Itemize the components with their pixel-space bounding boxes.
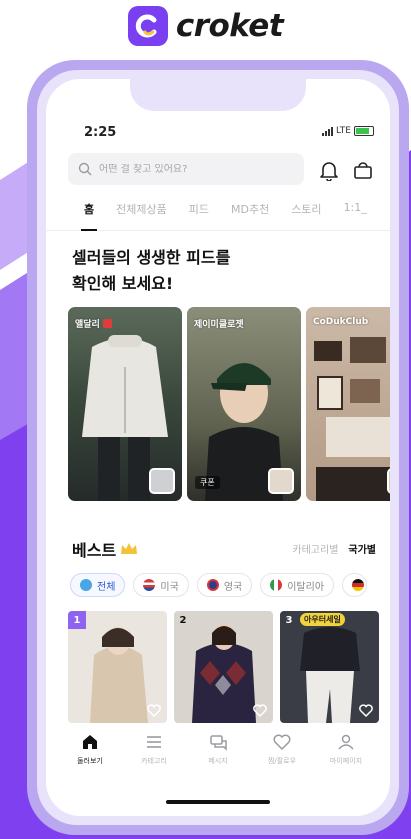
status-bar: 2:25 LTE — [46, 123, 390, 145]
feed-card[interactable]: 앨달리 — [68, 307, 182, 501]
home-icon — [83, 735, 97, 749]
best-title-text: 베스트 — [72, 541, 117, 560]
best-filter-links: 카테고리별 국가별 — [292, 541, 376, 556]
feed-card-product-thumbnail[interactable] — [149, 468, 175, 494]
country-chip-uk[interactable]: 영국 — [196, 573, 253, 597]
brand-mark-icon — [127, 6, 168, 46]
home-indicator[interactable] — [166, 800, 270, 804]
verified-badge-icon — [102, 319, 112, 328]
country-chip-label: 영국 — [223, 581, 243, 593]
country-chip-label: 전체 — [97, 581, 116, 593]
nav-label: 메시지 — [208, 757, 228, 765]
nav-wishlist-follow[interactable]: 찜/팔로우 — [257, 732, 307, 778]
feed-card[interactable]: 제이미클로젯 쿠폰 — [187, 307, 301, 501]
feed-card-product-thumbnail[interactable] — [387, 468, 390, 494]
feed-card-product-thumbnail[interactable] — [268, 468, 294, 494]
country-chip-label: 이탈리아 — [287, 581, 325, 593]
shopping-bag-icon[interactable] — [352, 159, 374, 181]
country-chip-italy[interactable]: 이탈리아 — [260, 573, 335, 597]
country-chip-all[interactable]: 전체 — [70, 573, 126, 597]
bottom-navigation: 둘러보기 카테고리 메시지 찜/팔로우 마이페이지 — [46, 732, 390, 778]
tab-home[interactable]: 홈 — [80, 201, 98, 231]
feed-card-seller: 앨달리 — [75, 317, 112, 330]
filter-by-country-link[interactable]: 국가별 — [348, 541, 376, 556]
rank-badge: 1 — [68, 611, 86, 629]
nav-label: 찜/팔로우 — [267, 757, 297, 765]
status-time: 2:25 — [84, 125, 117, 140]
product-card[interactable]: 3 아우터세일 — [280, 611, 379, 723]
nav-category[interactable]: 카테고리 — [129, 732, 179, 778]
search-icon — [78, 162, 92, 176]
rank-badge: 2 — [179, 614, 187, 626]
feed-card-seller: 제이미클로젯 — [194, 317, 244, 330]
sale-badge: 아우터세일 — [300, 613, 345, 626]
tab-story[interactable]: 스토리 — [291, 201, 321, 231]
signal-icon — [322, 126, 334, 136]
product-card[interactable]: 2 — [174, 611, 273, 723]
user-icon — [338, 734, 354, 750]
uk-flag-icon — [206, 579, 219, 591]
tab-feed[interactable]: 피드 — [189, 201, 209, 231]
tab-md-picks[interactable]: MD추천 — [231, 201, 269, 231]
phone-bezel: 2:25 LTE 어떤 걸 찾고 있어요? 홈 전체제상품 피드 MD추천 스토… — [37, 70, 399, 825]
germany-flag-icon — [352, 579, 365, 591]
notification-bell-icon[interactable] — [318, 159, 340, 181]
feed-card-seller-name: CoDukClub — [313, 317, 369, 327]
globe-icon — [80, 579, 92, 591]
best-section-title: 베스트 — [72, 537, 138, 561]
wishlist-heart-icon[interactable] — [253, 704, 267, 717]
tab-all-products[interactable]: 전체제상품 — [116, 201, 167, 231]
chat-icon — [210, 735, 227, 751]
product-card[interactable]: 1 — [68, 611, 167, 723]
feed-heading-line2: 확인해 보세요! — [72, 274, 174, 293]
tab-one-on-one[interactable]: 1:1_ — [344, 201, 367, 231]
nav-label: 카테고리 — [141, 757, 167, 765]
nav-my-page[interactable]: 마이페이지 — [321, 732, 371, 778]
phone-notch — [130, 79, 306, 111]
feed-card-seller-name: 제이미클로젯 — [194, 320, 244, 330]
coupon-tag: 쿠폰 — [195, 476, 220, 489]
best-products-row: 1 2 3 아우터세일 — [68, 611, 379, 723]
menu-icon — [147, 736, 161, 748]
country-chip-germany[interactable] — [342, 573, 368, 597]
feed-card[interactable]: CoDukClub — [306, 307, 390, 501]
category-tabs: 홈 전체제상품 피드 MD추천 스토리 1:1_ — [46, 201, 390, 231]
feed-heading-line1: 셀러들의 생생한 피드를 — [72, 248, 231, 267]
nav-browse[interactable]: 둘러보기 — [65, 732, 115, 778]
country-filter-chips: 전체 미국 영국 이탈리아 — [70, 573, 368, 597]
crown-icon — [121, 543, 138, 554]
brand-name: croket — [175, 8, 284, 44]
search-input[interactable] — [99, 163, 279, 175]
search-bar[interactable] — [68, 153, 304, 185]
filter-by-category-link[interactable]: 카테고리별 — [292, 541, 338, 556]
feed-card-seller-name: 앨달리 — [75, 320, 100, 330]
app-screen: 2:25 LTE 어떤 걸 찾고 있어요? 홈 전체제상품 피드 MD추천 스토… — [46, 79, 390, 816]
feed-heading: 셀러들의 생생한 피드를 확인해 보세요! — [72, 245, 372, 297]
nav-label: 마이페이지 — [329, 757, 363, 765]
wishlist-heart-icon[interactable] — [359, 704, 373, 717]
rank-badge: 3 — [285, 614, 293, 626]
us-flag-icon — [143, 579, 156, 591]
heart-icon — [273, 734, 291, 751]
country-chip-usa[interactable]: 미국 — [133, 573, 189, 597]
nav-messages[interactable]: 메시지 — [193, 732, 243, 778]
phone-frame: 2:25 LTE 어떤 걸 찾고 있어요? 홈 전체제상품 피드 MD추천 스토… — [27, 60, 409, 835]
network-label: LTE — [336, 126, 351, 136]
italy-flag-icon — [270, 579, 283, 591]
status-indicators: LTE — [322, 126, 374, 136]
battery-icon — [354, 126, 374, 136]
nav-label: 둘러보기 — [77, 757, 103, 765]
wishlist-heart-icon[interactable] — [147, 704, 161, 717]
feed-photo-wall-frames — [314, 337, 390, 501]
brand-logo: croket — [0, 6, 411, 46]
feed-card-seller: CoDukClub — [313, 317, 368, 327]
country-chip-label: 미국 — [160, 581, 179, 593]
feed-carousel: 앨달리 제이미클로젯 쿠폰 CoDukClub — [68, 307, 390, 503]
